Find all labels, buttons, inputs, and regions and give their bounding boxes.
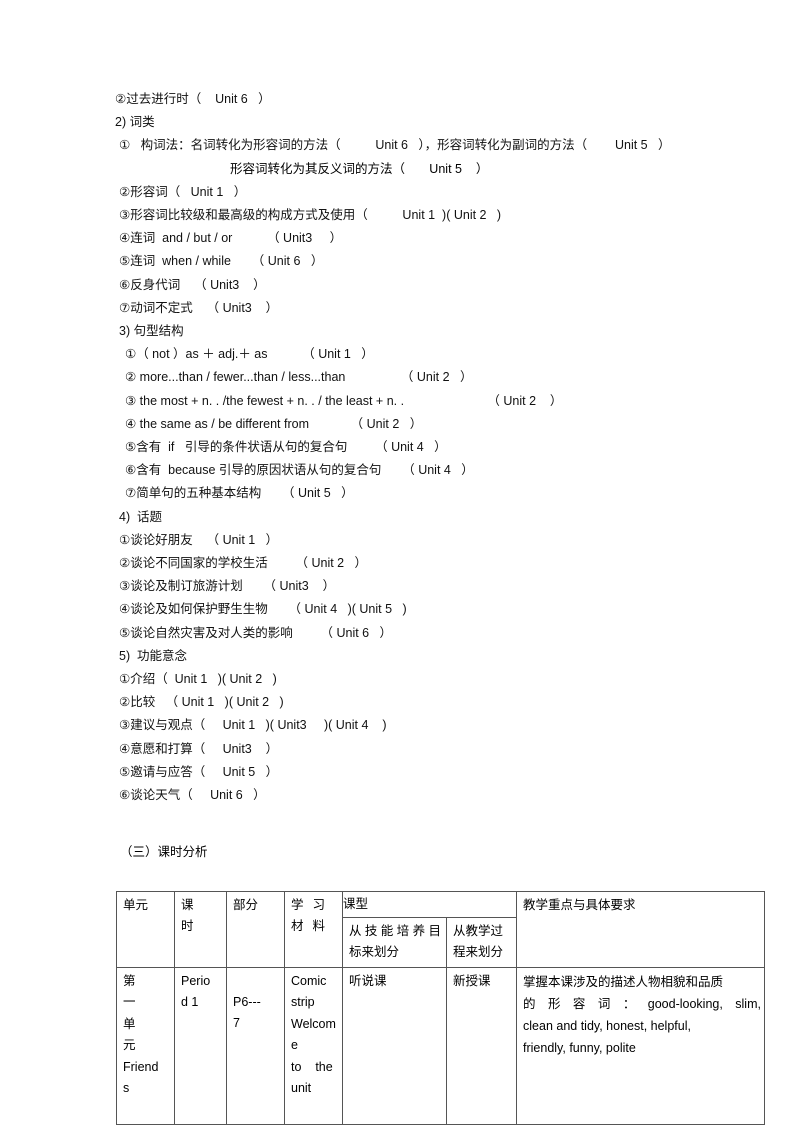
header-process-line-1: 从教学过 [453,923,504,938]
header-material-char-2: 习 [312,897,325,912]
header-period: 课 时 [174,890,227,968]
header-part: 部分 [226,890,285,968]
header-skill-char-1: 从 [349,923,362,938]
header-material-char-3: 材 [291,919,304,933]
cell-focus-char-5: ： [622,996,636,1011]
cell-period-line-2: d 1 [181,995,199,1009]
sentence-structure-item-7: ⑦简单句的五种基本结构 （ Unit 5 ） [125,486,354,501]
cell-skill-type: 听说课 [342,966,447,1125]
cell-teaching-focus: 掌握本课涉及的描述人物相貌和品质 的 形 容 词 ： good-looking,… [516,966,766,1125]
cell-material-line-5: to the [291,1059,333,1074]
cell-process-type: 新授课 [445,966,518,1125]
topic-item-3: ③谈论及制订旅游计划 （ Unit3 ） [119,579,336,594]
cell-period: Perio d 1 [174,966,227,1125]
word-class-item-infinitive: ⑦动词不定式 （ Unit3 ） [119,300,279,315]
word-class-item-adjective: ②形容词（ Unit 1 ） [119,184,247,199]
sentence-structure-heading: 3) 句型结构 [119,324,184,339]
cell-unit-line-2: 一 [123,995,136,1009]
header-skill-based: 从 技 能 培 养 目 标来划分 [342,916,447,968]
header-period-line-2: 时 [181,919,194,933]
cell-focus-word-slim: slim, [735,996,761,1011]
cell-part: P6--- 7 [226,966,285,1125]
header-teaching-focus: 教学重点与具体要求 [516,890,766,968]
header-skill-char-6: 目 [428,923,441,938]
header-skill-line-1: 从 技 能 培 养 目 [349,921,441,943]
topic-item-2: ②谈论不同国家的学校生活 （ Unit 2 ） [119,556,368,571]
header-material-line-1: 学 习 [291,895,325,917]
cell-unit-line-6: s [123,1081,130,1095]
cell-period-line-1: Perio [181,973,211,988]
function-item-1: ①介绍（ Unit 1 )( Unit 2 ) [119,672,277,687]
cell-material-line-6: unit [291,1081,312,1095]
lesson-analysis-table: 单元 课 时 部分 学 习 材 料 课型 教学重点与具体要求 从 技 能 培 养… [116,890,766,1125]
cell-focus-line-2: 的 形 容 词 ： good-looking, slim, [523,993,761,1015]
document-body: ②过去进行时（ Unit 6 ） 2) 词类 ① 构词法：名词转化为形容词的方法… [115,88,775,1125]
table-header-row-top: 单元 课 时 部分 学 习 材 料 课型 教学重点与具体要求 [116,890,766,968]
cell-unit: 第 一 单 元 Friend s [116,966,175,1125]
sentence-structure-item-4: ④ the same as / be different from （ Unit… [125,416,423,431]
cell-material-line-4: e [291,1038,298,1052]
function-heading: 5) 功能意念 [119,648,188,663]
header-skill-char-2: 技 [364,923,378,938]
header-skill-line-2: 标来划分 [349,945,400,959]
function-item-4: ④意愿和打算（ Unit3 ） [119,741,279,756]
cell-focus-char-2: 形 [547,996,561,1011]
header-process-line-2: 程来划分 [453,945,504,959]
header-material-line-2: 材 料 [291,916,325,938]
tense-item-line: ②过去进行时（ Unit 6 ） [115,92,271,106]
header-skill-char-4: 培 [396,923,410,938]
cell-material-line-2: strip [291,995,315,1009]
header-skill-char-3: 能 [380,923,394,938]
cell-unit-line-4: 元 [123,1038,136,1052]
cell-focus-line-4: friendly, funny, polite [523,1040,636,1055]
cell-material-line-1: Comic [291,973,327,988]
cell-focus-char-3: 容 [572,996,586,1011]
word-formation-line-1: ① 构词法：名词转化为形容词的方法（ Unit 6 ），形容词转化为副词的方法（… [119,138,671,153]
function-item-3: ③建议与观点（ Unit 1 )( Unit3 )( Unit 4 ) [119,718,387,733]
cell-focus-char-4: 词 [597,996,611,1011]
sentence-structure-item-3: ③ the most + n. . /the fewest + n. . / t… [125,393,563,408]
header-material-char-1: 学 [291,897,304,912]
lesson-analysis-table-wrapper: 单元 课 时 部分 学 习 材 料 课型 教学重点与具体要求 从 技 能 培 养… [115,890,775,1125]
sentence-structure-item-1: ①（ not ）as ＋ adj.＋ as （ Unit 1 ） [125,347,374,362]
cell-unit-line-5: Friend [123,1059,159,1074]
cell-unit-line-1: 第 [123,973,136,988]
topic-item-1: ①谈论好朋友 （ Unit 1 ） [119,532,279,547]
topic-heading: 4) 话题 [119,509,163,524]
cell-focus-line-1: 掌握本课涉及的描述人物相貌和品质 [523,974,724,989]
word-class-heading: 2) 词类 [115,115,155,130]
header-unit: 单元 [116,890,175,968]
word-class-item-reflexive-pronoun: ⑥反身代词 （ Unit3 ） [119,277,266,292]
cell-part-line-2: 7 [233,1016,240,1030]
cell-focus-char-1: 的 [523,996,536,1011]
header-material-char-4: 料 [312,919,325,933]
table-row: 第 一 单 元 Friend s Perio d 1 P6--- 7 Comic… [116,966,766,1125]
sentence-structure-item-2: ② more...than / fewer...than / less...th… [125,370,473,385]
word-class-item-comparative: ③形容词比较级和最高级的构成方式及使用（ Unit 1 )( Unit 2 ) [119,208,502,223]
function-item-6: ⑥谈论天气（ Unit 6 ） [119,788,266,803]
header-period-line-1: 课 [181,897,194,912]
cell-unit-line-3: 单 [123,1016,136,1031]
cell-material-line-3: Welcom [291,1016,336,1031]
header-material: 学 习 材 料 [284,890,343,968]
cell-material: Comic strip Welcom e to the unit [284,966,343,1125]
sentence-structure-item-6: ⑥含有 because 引导的原因状语从句的复合句 （ Unit 4 ） [125,463,474,478]
cell-part-line-1: P6--- [233,994,261,1009]
analysis-heading: （三）课时分析 [120,845,208,860]
word-class-item-conjunction-and: ④连词 and / but / or （ Unit3 ） [119,231,343,246]
cell-focus-word-good-looking: good-looking, [647,996,723,1011]
topic-item-5: ⑤谈论自然灾害及对人类的影响 （ Unit 6 ） [119,625,393,640]
word-class-item-conjunction-when: ⑤连词 when / while （ Unit 6 ） [119,254,324,269]
word-formation-line-2: 形容词转化为其反义词的方法（ Unit 5 ） [230,161,489,176]
header-skill-char-5: 养 [412,923,426,938]
cell-focus-line-3: clean and tidy, honest, helpful, [523,1018,691,1033]
topic-item-4: ④谈论及如何保护野生生物 （ Unit 4 )( Unit 5 ) [119,602,407,617]
function-item-5: ⑤邀请与应答（ Unit 5 ） [119,764,279,779]
header-process-based: 从教学过 程来划分 [445,916,518,968]
function-item-2: ②比较 （ Unit 1 )( Unit 2 ) [119,695,284,710]
sentence-structure-item-5: ⑤含有 if 引导的条件状语从句的复合句 （ Unit 4 ） [125,440,447,455]
header-lesson-type-group: 课型 [341,890,518,918]
document-page: ②过去进行时（ Unit 6 ） 2) 词类 ① 构词法：名词转化为形容词的方法… [0,0,800,1133]
